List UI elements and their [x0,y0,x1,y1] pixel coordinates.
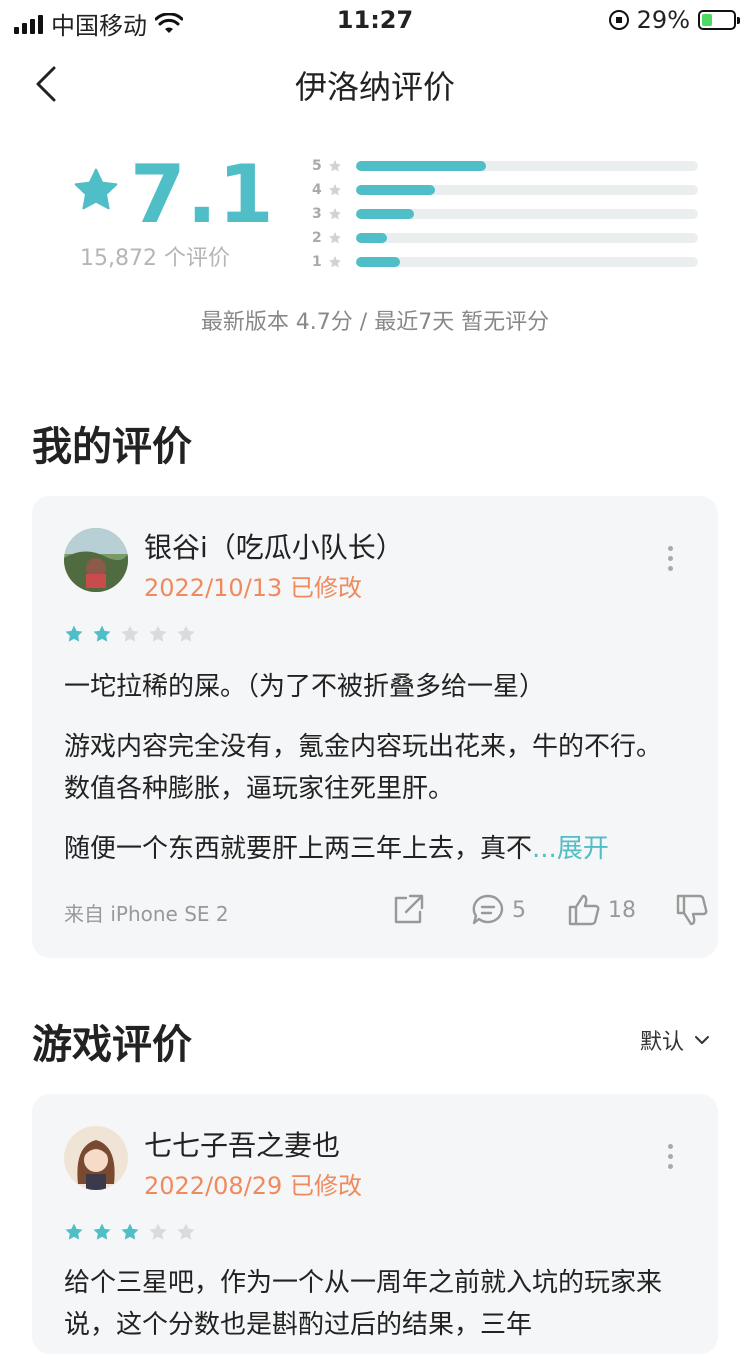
star-icon [329,184,341,196]
battery-percent: 29% [636,6,690,34]
distribution-star-label: 2 [312,230,322,246]
empty-star-icon [177,1223,195,1240]
distribution-row: 1 [312,250,698,274]
distribution-track [356,233,698,243]
version-summary: 最新版本 4.7分 / 最近7天 暂无评分 [200,310,550,335]
review-date: 2022/10/13 已修改 [144,574,362,602]
comment-icon [472,894,504,925]
star-icon [329,160,341,172]
status-bar: 中国移动 11:27 29% [0,0,750,40]
distribution-star-label: 5 [312,158,322,174]
distribution-bar [356,209,415,219]
like-button[interactable]: 18 [566,892,636,928]
nav-bar: 伊洛纳评价 [0,50,750,118]
distribution-track [356,257,698,267]
star-icon [329,256,341,268]
comment-count: 5 [512,897,526,923]
game-review-card: 七七子吾之妻也 2022/08/29 已修改 给个三星吧，作为一个从一周年之前就… [32,1094,718,1354]
star-icon [329,232,341,244]
sort-label: 默认 [639,1030,684,1055]
review-date: 2022/08/29 已修改 [144,1172,362,1200]
page-title: 伊洛纳评价 [294,68,455,106]
empty-star-icon [121,625,139,642]
ellipsis: ... [532,834,557,864]
orientation-lock-icon [608,10,629,30]
distribution-row: 5 [312,154,698,178]
filled-star-icon [93,625,111,642]
chevron-down-icon [695,1036,709,1044]
comment-button[interactable]: 5 [470,892,526,928]
share-button[interactable] [390,892,426,928]
review-text-paragraph: 游戏内容完全没有，氪金内容玩出花来，牛的不行。数值各种膨胀，逼玩家往死里肝。 [64,732,663,804]
more-icon[interactable] [668,546,674,572]
rating-distribution: 5 4 3 2 1 [312,154,698,274]
distribution-star-label: 4 [312,182,322,198]
distribution-track [356,185,698,195]
filled-star-icon [65,1223,83,1240]
filled-star-icon [93,1223,111,1240]
distribution-star-label: 1 [312,254,322,270]
distribution-row: 3 [312,202,698,226]
distribution-bar [356,185,435,195]
distribution-track [356,161,698,171]
distribution-row: 2 [312,226,698,250]
review-text-paragraph: 给个三星吧，作为一个从一周年之前就入坑的玩家来说，这个分数也是斟酌过后的结果，三… [64,1268,663,1340]
distribution-bar [356,233,387,243]
empty-star-icon [149,1223,167,1240]
like-count: 18 [608,897,636,923]
distribution-bar [356,161,486,171]
my-review-title: 我的评价 [32,424,192,470]
device-label: 来自 iPhone SE 2 [64,902,229,926]
battery-icon [698,10,740,30]
star-icon [74,168,118,210]
avatar[interactable] [64,528,128,592]
dislike-button[interactable] [674,892,710,928]
review-stars [64,624,196,644]
review-username[interactable]: 七七子吾之妻也 [144,1124,340,1164]
share-icon [394,894,424,924]
expand-link[interactable]: 展开 [557,834,609,864]
distribution-star-label: 3 [312,206,322,222]
empty-star-icon [177,625,195,642]
rating-count: 15,872 个评价 [80,246,230,271]
thumbs-down-icon [676,894,708,926]
review-text-truncated: 随便一个东西就要肝上两三年上去，真不...展开 [64,828,684,870]
empty-star-icon [149,625,167,642]
avatar[interactable] [64,1126,128,1190]
my-review-card: 银谷i（吃瓜小队长） 2022/10/13 已修改 一坨拉稀的屎。（为了不被折叠… [32,496,718,958]
rating-summary: 7.1 15,872 个评价 5 4 3 2 1 最新版本 4.7分 / 最近7天 暂无… [0,140,750,350]
distribution-track [356,209,698,219]
thumbs-up-icon [568,894,600,926]
average-score: 7.1 [130,148,275,241]
distribution-bar [356,257,401,267]
filled-star-icon [65,625,83,642]
review-text-line: 一坨拉稀的屎。（为了不被折叠多给一星） [64,672,546,702]
more-icon[interactable] [668,1144,674,1170]
review-footer: 来自 iPhone SE 2 5 18 [64,894,708,926]
filled-star-icon [121,1223,139,1240]
review-text-tail: 随便一个东西就要肝上两三年上去，真不 [64,834,533,864]
review-stars [64,1222,196,1242]
review-username[interactable]: 银谷i（吃瓜小队长） [144,526,404,566]
sort-dropdown[interactable]: 默认 [640,1024,710,1056]
distribution-row: 4 [312,178,698,202]
star-icon [329,208,341,220]
game-review-title: 游戏评价 [32,1022,192,1068]
